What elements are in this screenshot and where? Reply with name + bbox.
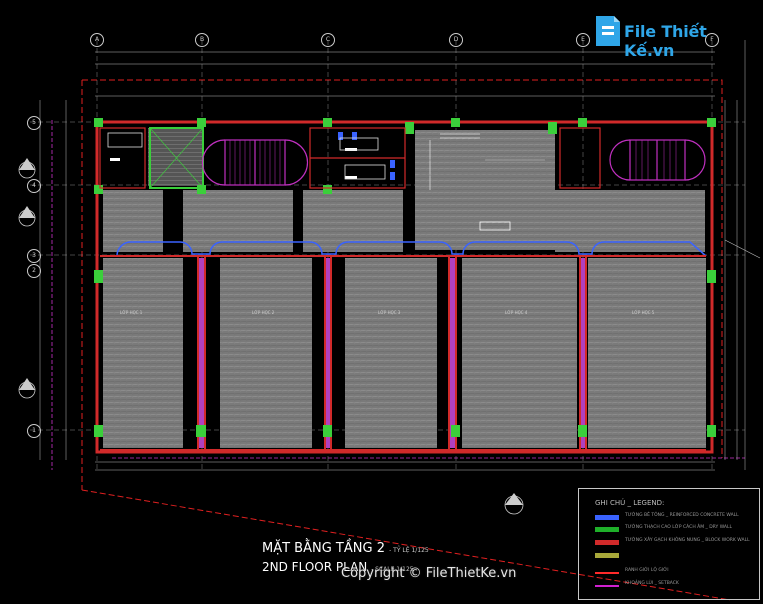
room-label-classroom-3: LỚP HỌC 3 <box>378 310 401 315</box>
title-vn-scale: - TỶ LỆ 1/125 <box>389 547 429 554</box>
grid-bubble-a: A <box>90 33 104 47</box>
grid-bubble-row-4: 4 <box>27 179 41 193</box>
legend-label: TƯỜNG THẠCH CAO LỚP CÁCH ÂM _ DRY WALL <box>625 525 732 530</box>
grid-bubble-e: E <box>576 33 590 47</box>
legend-title: GHI CHÚ _ LEGEND: <box>595 499 665 507</box>
grid-bubble-row-1: 1 <box>27 424 41 438</box>
legend-box: GHI CHÚ _ LEGEND: TƯỜNG BÊ TÔNG _ REINFO… <box>578 488 760 600</box>
classroom-5-floor <box>588 258 706 448</box>
legend-label: KHOẢNG LÙI _ SETBACK <box>625 581 679 586</box>
hall-floor <box>415 130 555 250</box>
legend-swatch-dashed <box>595 585 619 587</box>
room-label-classroom-4: LỚP HỌC 4 <box>505 310 528 315</box>
grid-bubble-row-5: 5 <box>27 116 41 130</box>
grid-bubble-row-3: 3 <box>27 249 41 263</box>
legend-row: RANH GIỚI LỘ GIỚI <box>595 568 755 578</box>
stairwell-right <box>609 139 706 181</box>
classroom-1-floor <box>103 258 183 448</box>
classroom-3-floor <box>345 258 437 448</box>
legend-swatch <box>595 515 619 520</box>
legend-row: TƯỜNG XÂY GẠCH KHÔNG NUNG _ BLOCK WORK W… <box>595 538 755 548</box>
legend-row: KHOẢNG LÙI _ SETBACK <box>595 581 755 591</box>
legend-swatch-dashed <box>595 572 619 574</box>
title-vn-text: MẶT BẰNG TẦNG 2 <box>262 541 385 556</box>
legend-label: TƯỜNG BÊ TÔNG _ REINFORCED CONCRETE WALL <box>625 513 739 518</box>
legend-row: TƯỜNG BÊ TÔNG _ REINFORCED CONCRETE WALL <box>595 513 755 523</box>
legend-row <box>595 551 755 561</box>
legend-label: TƯỜNG XÂY GẠCH KHÔNG NUNG _ BLOCK WORK W… <box>625 538 750 543</box>
grid-bubble-row-2: 2 <box>27 264 41 278</box>
site-logo: File Thiết Kế.vn <box>592 8 762 60</box>
legend-swatch-hatch <box>595 553 619 558</box>
logo-text: File Thiết Kế.vn <box>624 22 707 60</box>
room-label-classroom-5: LỚP HỌC 5 <box>632 310 655 315</box>
grid-bubble-b: B <box>195 33 209 47</box>
grid-bubble-d: D <box>449 33 463 47</box>
logo-mark-icon <box>596 16 620 46</box>
drawing-title-vn: MẶT BẰNG TẦNG 2 - TỶ LỆ 1/125 <box>262 541 429 556</box>
classroom-4-floor <box>462 258 577 448</box>
legend-swatch <box>595 540 619 545</box>
stairwell-left <box>201 139 309 186</box>
grid-bubble-c: C <box>321 33 335 47</box>
room-label-classroom-2: LỚP HỌC 2 <box>252 310 275 315</box>
legend-swatch <box>595 527 619 532</box>
copyright-watermark: Copyright © FileThietKe.vn <box>341 566 517 581</box>
legend-label: RANH GIỚI LỘ GIỚI <box>625 568 669 573</box>
legend-row: TƯỜNG THẠCH CAO LỚP CÁCH ÂM _ DRY WALL <box>595 525 755 535</box>
classroom-2-floor <box>220 258 312 448</box>
boundary-segment <box>724 239 761 259</box>
room-label-classroom-1: LỚP HỌC 1 <box>120 310 143 315</box>
